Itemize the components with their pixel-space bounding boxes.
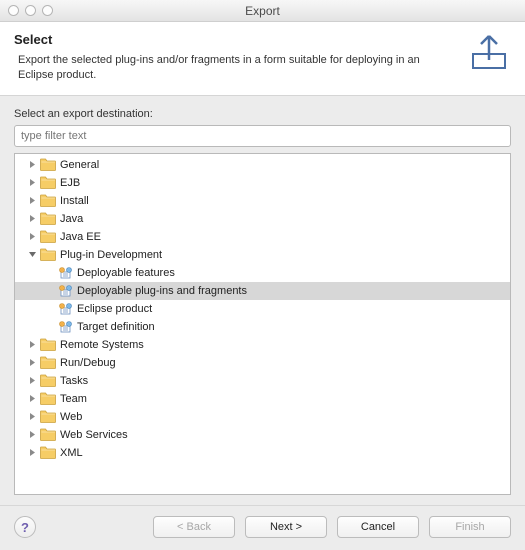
folder-icon	[40, 356, 56, 369]
minimize-window-button[interactable]	[25, 5, 36, 16]
tree-item-label: General	[60, 159, 99, 171]
folder-icon	[40, 176, 56, 189]
folder-icon	[40, 338, 56, 351]
zoom-window-button[interactable]	[42, 5, 53, 16]
destination-label: Select an export destination:	[14, 108, 511, 120]
tree-item[interactable]: Web Services	[15, 426, 510, 444]
tree-item-label: Java	[60, 213, 83, 225]
tree-item-label: Plug-in Development	[60, 249, 162, 261]
export-tree[interactable]: General EJB Install Java Java EE Plug-in Deve…	[14, 153, 511, 495]
tree-item[interactable]: Team	[15, 390, 510, 408]
folder-icon	[40, 410, 56, 423]
tree-item-label: Install	[60, 195, 89, 207]
wizard-title: Select	[14, 32, 457, 47]
chevron-right-icon[interactable]	[27, 177, 38, 188]
export-item-icon	[58, 284, 73, 298]
chevron-right-icon[interactable]	[27, 429, 38, 440]
chevron-right-icon[interactable]	[27, 357, 38, 368]
folder-icon	[40, 158, 56, 171]
tree-item-label: XML	[60, 447, 83, 459]
tree-item-label: Deployable plug-ins and fragments	[77, 285, 247, 297]
back-button[interactable]: < Back	[153, 516, 235, 538]
help-button[interactable]: ?	[14, 516, 36, 538]
wizard-body: Select an export destination: General EJB…	[0, 96, 525, 505]
wizard-description: Export the selected plug-ins and/or frag…	[14, 53, 457, 83]
chevron-right-icon[interactable]	[27, 339, 38, 350]
tree-item-label: Deployable features	[77, 267, 175, 279]
tree-item-label: Java EE	[60, 231, 101, 243]
chevron-down-icon[interactable]	[27, 249, 38, 260]
chevron-right-icon[interactable]	[27, 447, 38, 458]
tree-item-label: Team	[60, 393, 87, 405]
export-item-icon	[58, 266, 73, 280]
tree-item[interactable]: Target definition	[15, 318, 510, 336]
tree-item-label: Target definition	[77, 321, 155, 333]
next-button[interactable]: Next >	[245, 516, 327, 538]
tree-item-label: Eclipse product	[77, 303, 152, 315]
window-title: Export	[0, 4, 525, 18]
tree-item[interactable]: Deployable plug-ins and fragments	[15, 282, 510, 300]
folder-icon	[40, 392, 56, 405]
tree-item[interactable]: Plug-in Development	[15, 246, 510, 264]
tree-item-label: Remote Systems	[60, 339, 144, 351]
chevron-right-icon[interactable]	[27, 195, 38, 206]
chevron-right-icon[interactable]	[27, 375, 38, 386]
titlebar: Export	[0, 0, 525, 22]
cancel-button[interactable]: Cancel	[337, 516, 419, 538]
close-window-button[interactable]	[8, 5, 19, 16]
chevron-right-icon[interactable]	[27, 393, 38, 404]
tree-item-label: Web Services	[60, 429, 128, 441]
folder-icon	[40, 428, 56, 441]
tree-item[interactable]: Eclipse product	[15, 300, 510, 318]
wizard-footer: ? < Back Next > Cancel Finish	[0, 505, 525, 550]
filter-input[interactable]	[14, 125, 511, 147]
tree-item[interactable]: Deployable features	[15, 264, 510, 282]
folder-icon	[40, 194, 56, 207]
tree-item[interactable]: EJB	[15, 174, 510, 192]
tree-item[interactable]: Java EE	[15, 228, 510, 246]
tree-item-label: Tasks	[60, 375, 88, 387]
chevron-right-icon[interactable]	[27, 231, 38, 242]
export-item-icon	[58, 320, 73, 334]
folder-icon	[40, 248, 56, 261]
folder-icon	[40, 212, 56, 225]
tree-item-label: Run/Debug	[60, 357, 116, 369]
folder-icon	[40, 374, 56, 387]
tree-item[interactable]: Tasks	[15, 372, 510, 390]
tree-item[interactable]: Remote Systems	[15, 336, 510, 354]
export-icon	[467, 32, 511, 72]
finish-button[interactable]: Finish	[429, 516, 511, 538]
tree-item-label: Web	[60, 411, 82, 423]
tree-item[interactable]: Java	[15, 210, 510, 228]
wizard-header: Select Export the selected plug-ins and/…	[0, 22, 525, 96]
tree-item[interactable]: General	[15, 156, 510, 174]
tree-item[interactable]: Install	[15, 192, 510, 210]
chevron-right-icon[interactable]	[27, 159, 38, 170]
tree-item[interactable]: XML	[15, 444, 510, 462]
folder-icon	[40, 230, 56, 243]
tree-item[interactable]: Run/Debug	[15, 354, 510, 372]
export-item-icon	[58, 302, 73, 316]
tree-item-label: EJB	[60, 177, 80, 189]
chevron-right-icon[interactable]	[27, 213, 38, 224]
folder-icon	[40, 446, 56, 459]
tree-item[interactable]: Web	[15, 408, 510, 426]
chevron-right-icon[interactable]	[27, 411, 38, 422]
